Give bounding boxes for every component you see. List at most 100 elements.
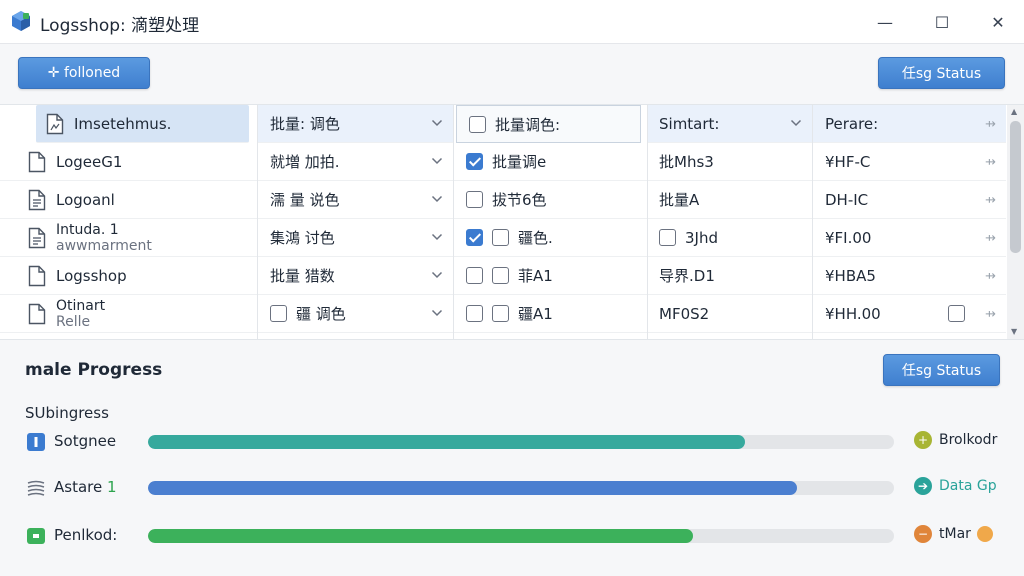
progress-status-label: tMar bbox=[939, 526, 971, 542]
chevron-down-icon[interactable] bbox=[431, 193, 443, 205]
file-row[interactable]: Intuda. 1 awwmarment bbox=[0, 219, 257, 257]
grid-scrollbar[interactable]: ▲ ▼ bbox=[1007, 105, 1024, 339]
file-name: Intuda. 1 awwmarment bbox=[56, 222, 152, 254]
batch-cell[interactable]: 菲A1 bbox=[454, 257, 647, 295]
progress-status[interactable]: + Brolkodr bbox=[914, 431, 997, 449]
maximize-button[interactable]: ☐ bbox=[927, 8, 957, 36]
progress-row: Sotgnee + Brolkodr bbox=[0, 428, 1024, 456]
progress-status-label: Data Gp bbox=[939, 478, 997, 494]
file-row[interactable]: Logsshop bbox=[0, 257, 257, 295]
prepare-cell[interactable]: ¥HBA5 ⇸ bbox=[813, 257, 1006, 295]
expand-icon[interactable]: ⇸ bbox=[985, 155, 996, 170]
scroll-down-icon[interactable]: ▼ bbox=[1011, 327, 1017, 336]
start-cell[interactable]: 导界.D1 bbox=[648, 257, 812, 295]
batch-cell[interactable]: 拔节6色 bbox=[454, 181, 647, 219]
file-name: Imsetehmus. bbox=[74, 115, 171, 133]
chevron-down-icon[interactable] bbox=[431, 117, 443, 129]
progress-label-text: Sotgnee bbox=[54, 432, 117, 450]
prepare-cell[interactable]: DH-IC ⇸ bbox=[813, 181, 1006, 219]
checkbox[interactable] bbox=[659, 229, 676, 246]
start-label: MF0S2 bbox=[659, 304, 710, 323]
batch-label: 疆色. bbox=[518, 229, 553, 247]
batch-label: 疆A1 bbox=[518, 305, 553, 323]
expand-icon[interactable]: ⇸ bbox=[985, 307, 996, 322]
checkbox[interactable] bbox=[466, 191, 483, 208]
batch-cell[interactable]: 疆色. bbox=[454, 219, 647, 257]
progress-row: Penlkod: − tMar bbox=[0, 522, 1024, 550]
batch-column: 批量调色: 批量调e 拔节6色疆色. 菲A1 疆A1 bbox=[454, 105, 648, 339]
checkbox[interactable] bbox=[492, 267, 509, 284]
checkbox[interactable] bbox=[466, 305, 483, 322]
chevron-down-icon[interactable] bbox=[431, 155, 443, 167]
operation-cell[interactable]: 濡 量 说色 bbox=[258, 181, 453, 219]
prepare-label: ¥HBA5 bbox=[825, 266, 876, 285]
operation-cell[interactable]: 批量: 调色 bbox=[258, 105, 453, 143]
checkbox[interactable] bbox=[948, 305, 965, 322]
file-name-line2: awwmarment bbox=[56, 237, 152, 254]
checkbox-checked[interactable] bbox=[466, 229, 483, 246]
chevron-down-icon[interactable] bbox=[790, 117, 802, 129]
chevron-down-icon[interactable] bbox=[431, 269, 443, 281]
start-cell[interactable]: MF0S2 bbox=[648, 295, 812, 333]
start-cell[interactable]: 批Mhs3 bbox=[648, 143, 812, 181]
file-name-line1: Imsetehmus. bbox=[74, 114, 172, 133]
status-button-bottom[interactable]: 任sg Status bbox=[883, 354, 1000, 386]
prepare-label: ¥FI.00 bbox=[825, 228, 872, 247]
file-name: Logsshop bbox=[56, 267, 127, 285]
close-button[interactable]: ✕ bbox=[983, 8, 1013, 36]
minimize-button[interactable]: — bbox=[870, 8, 900, 36]
toolbar: ✛ folloned 任sg Status bbox=[0, 44, 1024, 102]
batch-cell[interactable]: 疆A1 bbox=[454, 295, 647, 333]
batch-cell[interactable]: 批量调e bbox=[454, 143, 647, 181]
batch-cell[interactable]: 批量调色: bbox=[456, 105, 641, 143]
file-row[interactable]: LogeeG1 bbox=[0, 143, 257, 181]
progress-title: male Progress bbox=[25, 360, 163, 380]
progress-label: Penlkod: bbox=[54, 526, 117, 544]
batch-label: 拔节6色 bbox=[492, 191, 547, 209]
progress-label: Sotgnee bbox=[54, 432, 116, 450]
checkbox[interactable] bbox=[492, 229, 509, 246]
chevron-down-icon[interactable] bbox=[431, 307, 443, 319]
prepare-cell[interactable]: ¥HH.00 ⇸ bbox=[813, 295, 1006, 333]
operation-column: 批量: 调色 就増 加拍. 濡 量 说色集鴻 讨色批量 猎数疆 调色 bbox=[258, 105, 454, 339]
operation-cell[interactable]: 就増 加拍. bbox=[258, 143, 453, 181]
app-window: Logsshop: 滴塑处理 — ☐ ✕ ✛ folloned 任sg Stat… bbox=[0, 0, 1024, 576]
prepare-cell[interactable]: Perare: ⇸ bbox=[813, 105, 1006, 143]
operation-cell[interactable]: 集鴻 讨色 bbox=[258, 219, 453, 257]
operation-label: 集鴻 讨色 bbox=[270, 229, 335, 247]
status-button-top[interactable]: 任sg Status bbox=[878, 57, 1005, 89]
scroll-thumb[interactable] bbox=[1010, 121, 1021, 253]
file-column: Imsetehmus. LogeeG1 Logoanl Intuda. 1 awwmar… bbox=[0, 105, 258, 339]
expand-icon[interactable]: ⇸ bbox=[985, 193, 996, 208]
checkbox-checked[interactable] bbox=[466, 153, 483, 170]
operation-cell[interactable]: 批量 猎数 bbox=[258, 257, 453, 295]
start-cell[interactable]: 3Jhd bbox=[648, 219, 812, 257]
checkbox[interactable] bbox=[466, 267, 483, 284]
operation-label: 批量 猎数 bbox=[270, 267, 335, 285]
progress-status[interactable]: ➔ Data Gp bbox=[914, 477, 997, 495]
checkbox[interactable] bbox=[492, 305, 509, 322]
file-row[interactable]: Imsetehmus. bbox=[36, 105, 249, 143]
operation-cell[interactable]: 疆 调色 bbox=[258, 295, 453, 333]
prepare-cell[interactable]: ¥HF-C ⇸ bbox=[813, 143, 1006, 181]
file-name-line2: Relle bbox=[56, 313, 91, 330]
file-row[interactable]: Logoanl bbox=[0, 181, 257, 219]
expand-icon[interactable]: ⇸ bbox=[985, 117, 996, 132]
expand-icon[interactable]: ⇸ bbox=[985, 269, 996, 284]
add-button[interactable]: ✛ folloned bbox=[18, 57, 150, 89]
prepare-label: Perare: bbox=[825, 114, 879, 133]
prepare-column: Perare: ⇸ ¥HF-C ⇸ DH-IC ⇸ ¥FI.00 ⇸ ¥HBA5 ⇸ ¥HH.00 ⇸ bbox=[813, 105, 1006, 339]
checkbox[interactable] bbox=[469, 115, 486, 133]
window-title: Logsshop: 滴塑处理 bbox=[40, 16, 200, 36]
prepare-cell[interactable]: ¥FI.00 ⇸ bbox=[813, 219, 1006, 257]
orange-dot-icon bbox=[976, 526, 993, 542]
scroll-up-icon[interactable]: ▲ bbox=[1011, 107, 1017, 116]
chevron-down-icon[interactable] bbox=[431, 231, 443, 243]
file-row[interactable]: Otinart Relle bbox=[0, 295, 257, 333]
start-cell[interactable]: 批量A bbox=[648, 181, 812, 219]
expand-icon[interactable]: ⇸ bbox=[985, 231, 996, 246]
file-name: Logoanl bbox=[56, 191, 115, 209]
progress-status[interactable]: − tMar bbox=[914, 525, 993, 543]
checkbox[interactable] bbox=[270, 305, 287, 322]
start-cell[interactable]: Simtart: bbox=[648, 105, 812, 143]
